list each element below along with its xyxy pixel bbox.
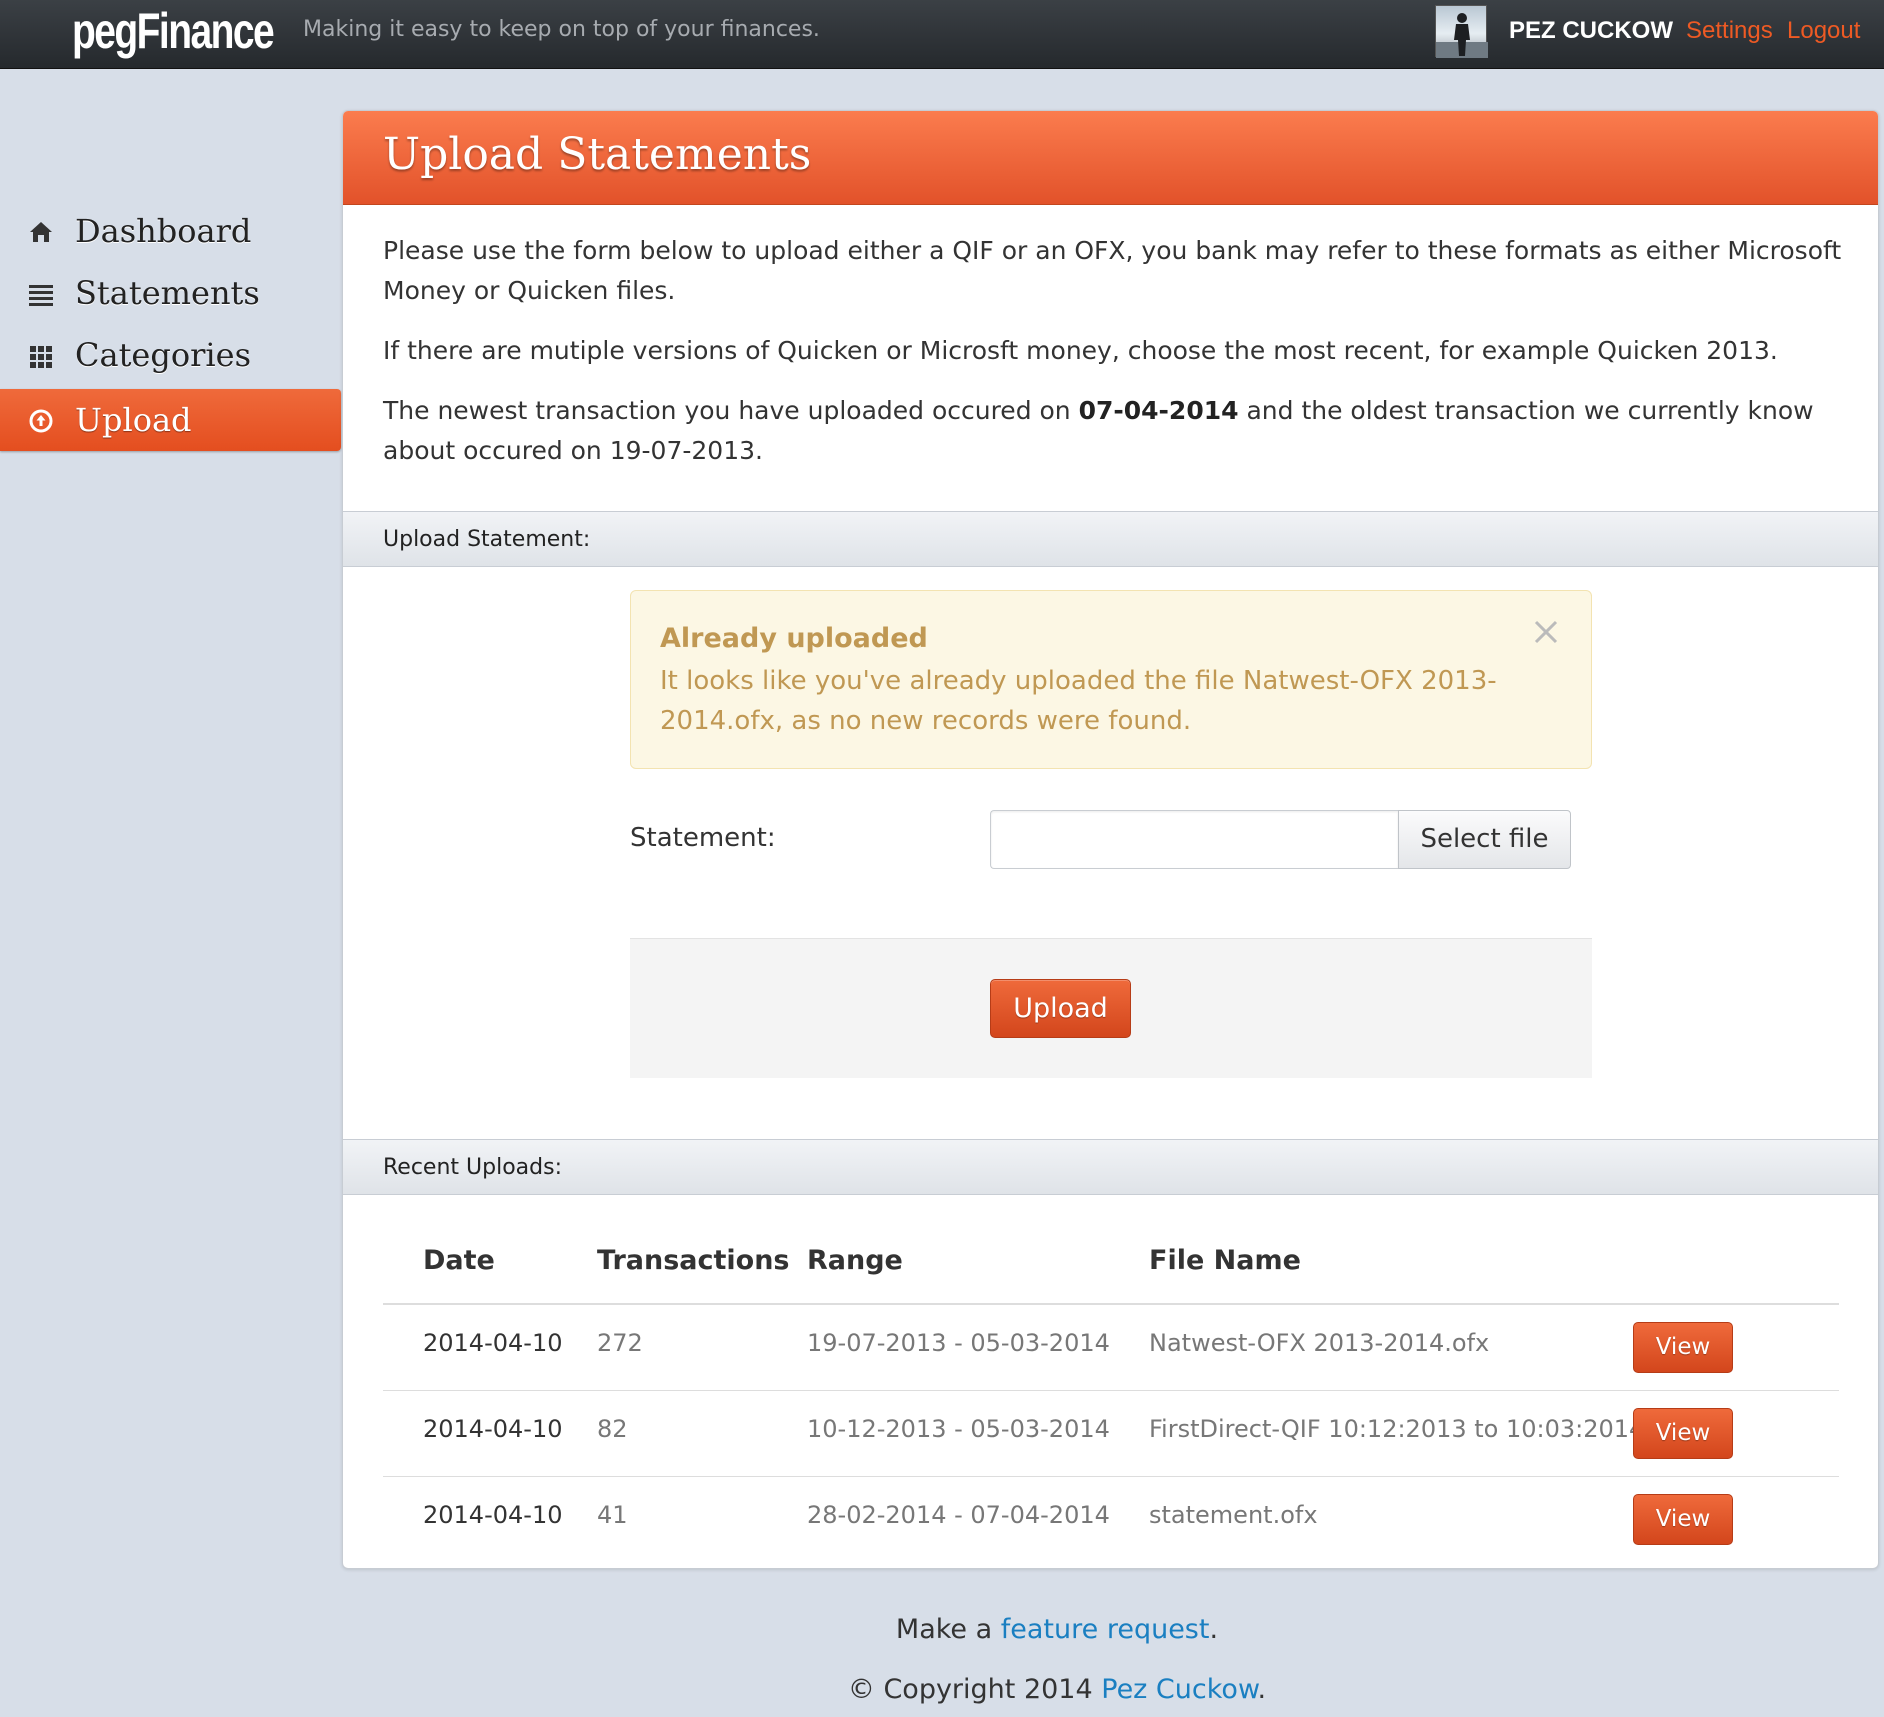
close-icon[interactable] (1531, 617, 1561, 647)
select-file-button[interactable]: Select file (1398, 810, 1571, 869)
footer-copyright: © Copyright 2014 Pez Cuckow. (847, 1674, 1267, 1705)
statement-file-input[interactable] (990, 810, 1398, 869)
intro-paragraph: Please use the form below to upload eith… (383, 236, 1842, 305)
newest-date: 07-04-2014 (1078, 396, 1239, 425)
upload-circle-icon (29, 409, 53, 433)
card-header: Upload Statements (343, 111, 1878, 205)
column-header-date: Date (423, 1245, 495, 1276)
sidebar-item-label: Upload (75, 401, 192, 439)
section-title: Recent Uploads: (383, 1155, 562, 1180)
sidebar-item-statements[interactable]: Statements (0, 262, 341, 324)
sidebar-item-upload[interactable]: Upload (0, 389, 341, 451)
sidebar-item-dashboard[interactable]: Dashboard (0, 200, 341, 262)
feature-request-link[interactable]: feature request (1001, 1614, 1210, 1645)
page-title: Upload Statements (383, 129, 812, 180)
cell-transactions: 41 (597, 1501, 628, 1529)
column-header-file-name: File Name (1149, 1245, 1301, 1276)
intro-paragraph: If there are mutiple versions of Quicken… (383, 336, 1778, 365)
table-row: 2014-04-10 82 10-12-2013 - 05-03-2014 Fi… (383, 1391, 1839, 1477)
column-header-range: Range (807, 1245, 903, 1276)
sidebar-item-label: Categories (75, 336, 251, 374)
sidebar-item-categories[interactable]: Categories (0, 324, 341, 386)
upload-button[interactable]: Upload (990, 979, 1131, 1038)
brand-logo[interactable]: pegFinance (72, 2, 275, 60)
cell-range: 28-02-2014 - 07-04-2014 (807, 1501, 1110, 1529)
cell-range: 19-07-2013 - 05-03-2014 (807, 1329, 1110, 1357)
form-actions: Upload (630, 938, 1592, 1078)
settings-link[interactable]: Settings (1686, 17, 1773, 45)
section-title: Upload Statement: (383, 527, 591, 552)
upload-section-header: Upload Statement: (343, 511, 1878, 567)
intro-text: Please use the form below to upload eith… (383, 231, 1843, 491)
statement-label: Statement: (630, 823, 776, 853)
view-button[interactable]: View (1633, 1322, 1733, 1373)
cell-file-name: Natwest-OFX 2013-2014.ofx (1149, 1329, 1490, 1357)
list-icon (29, 285, 53, 306)
person-silhouette-icon (1436, 13, 1488, 58)
footer-feature-request: Make a feature request. (895, 1614, 1219, 1645)
alert-title: Already uploaded (660, 623, 928, 654)
table-row: 2014-04-10 272 19-07-2013 - 05-03-2014 N… (383, 1305, 1839, 1391)
sidebar-item-label: Dashboard (75, 212, 252, 250)
user-name[interactable]: PEZ CUCKOW (1509, 17, 1673, 45)
main-card: Upload Statements Please use the form be… (342, 110, 1879, 1569)
cell-file-name: FirstDirect-QIF 10:12:2013 to 10:03:2014… (1149, 1415, 1692, 1443)
cell-date: 2014-04-10 (423, 1329, 563, 1357)
cell-range: 10-12-2013 - 05-03-2014 (807, 1415, 1110, 1443)
view-button[interactable]: View (1633, 1408, 1733, 1459)
avatar[interactable] (1435, 5, 1488, 58)
top-navbar: pegFinance Making it easy to keep on top… (0, 0, 1884, 69)
sidebar-item-label: Statements (75, 274, 260, 312)
alert-body: It looks like you've already uploaded th… (660, 666, 1497, 736)
cell-date: 2014-04-10 (423, 1501, 563, 1529)
intro-paragraph: The newest transaction you have uploaded… (383, 396, 1814, 465)
cell-file-name: statement.ofx (1149, 1501, 1318, 1529)
logout-link[interactable]: Logout (1787, 17, 1860, 45)
column-header-transactions: Transactions (597, 1245, 790, 1276)
already-uploaded-alert: Already uploaded It looks like you've al… (630, 590, 1592, 769)
tagline: Making it easy to keep on top of your fi… (303, 17, 820, 42)
view-button[interactable]: View (1633, 1494, 1733, 1545)
cell-transactions: 272 (597, 1329, 643, 1357)
grid-icon (30, 346, 52, 368)
recent-uploads-section-header: Recent Uploads: (343, 1139, 1878, 1195)
cell-transactions: 82 (597, 1415, 628, 1443)
home-icon (30, 222, 52, 242)
author-link[interactable]: Pez Cuckow (1101, 1674, 1257, 1705)
cell-date: 2014-04-10 (423, 1415, 563, 1443)
table-row: 2014-04-10 41 28-02-2014 - 07-04-2014 st… (383, 1477, 1839, 1563)
